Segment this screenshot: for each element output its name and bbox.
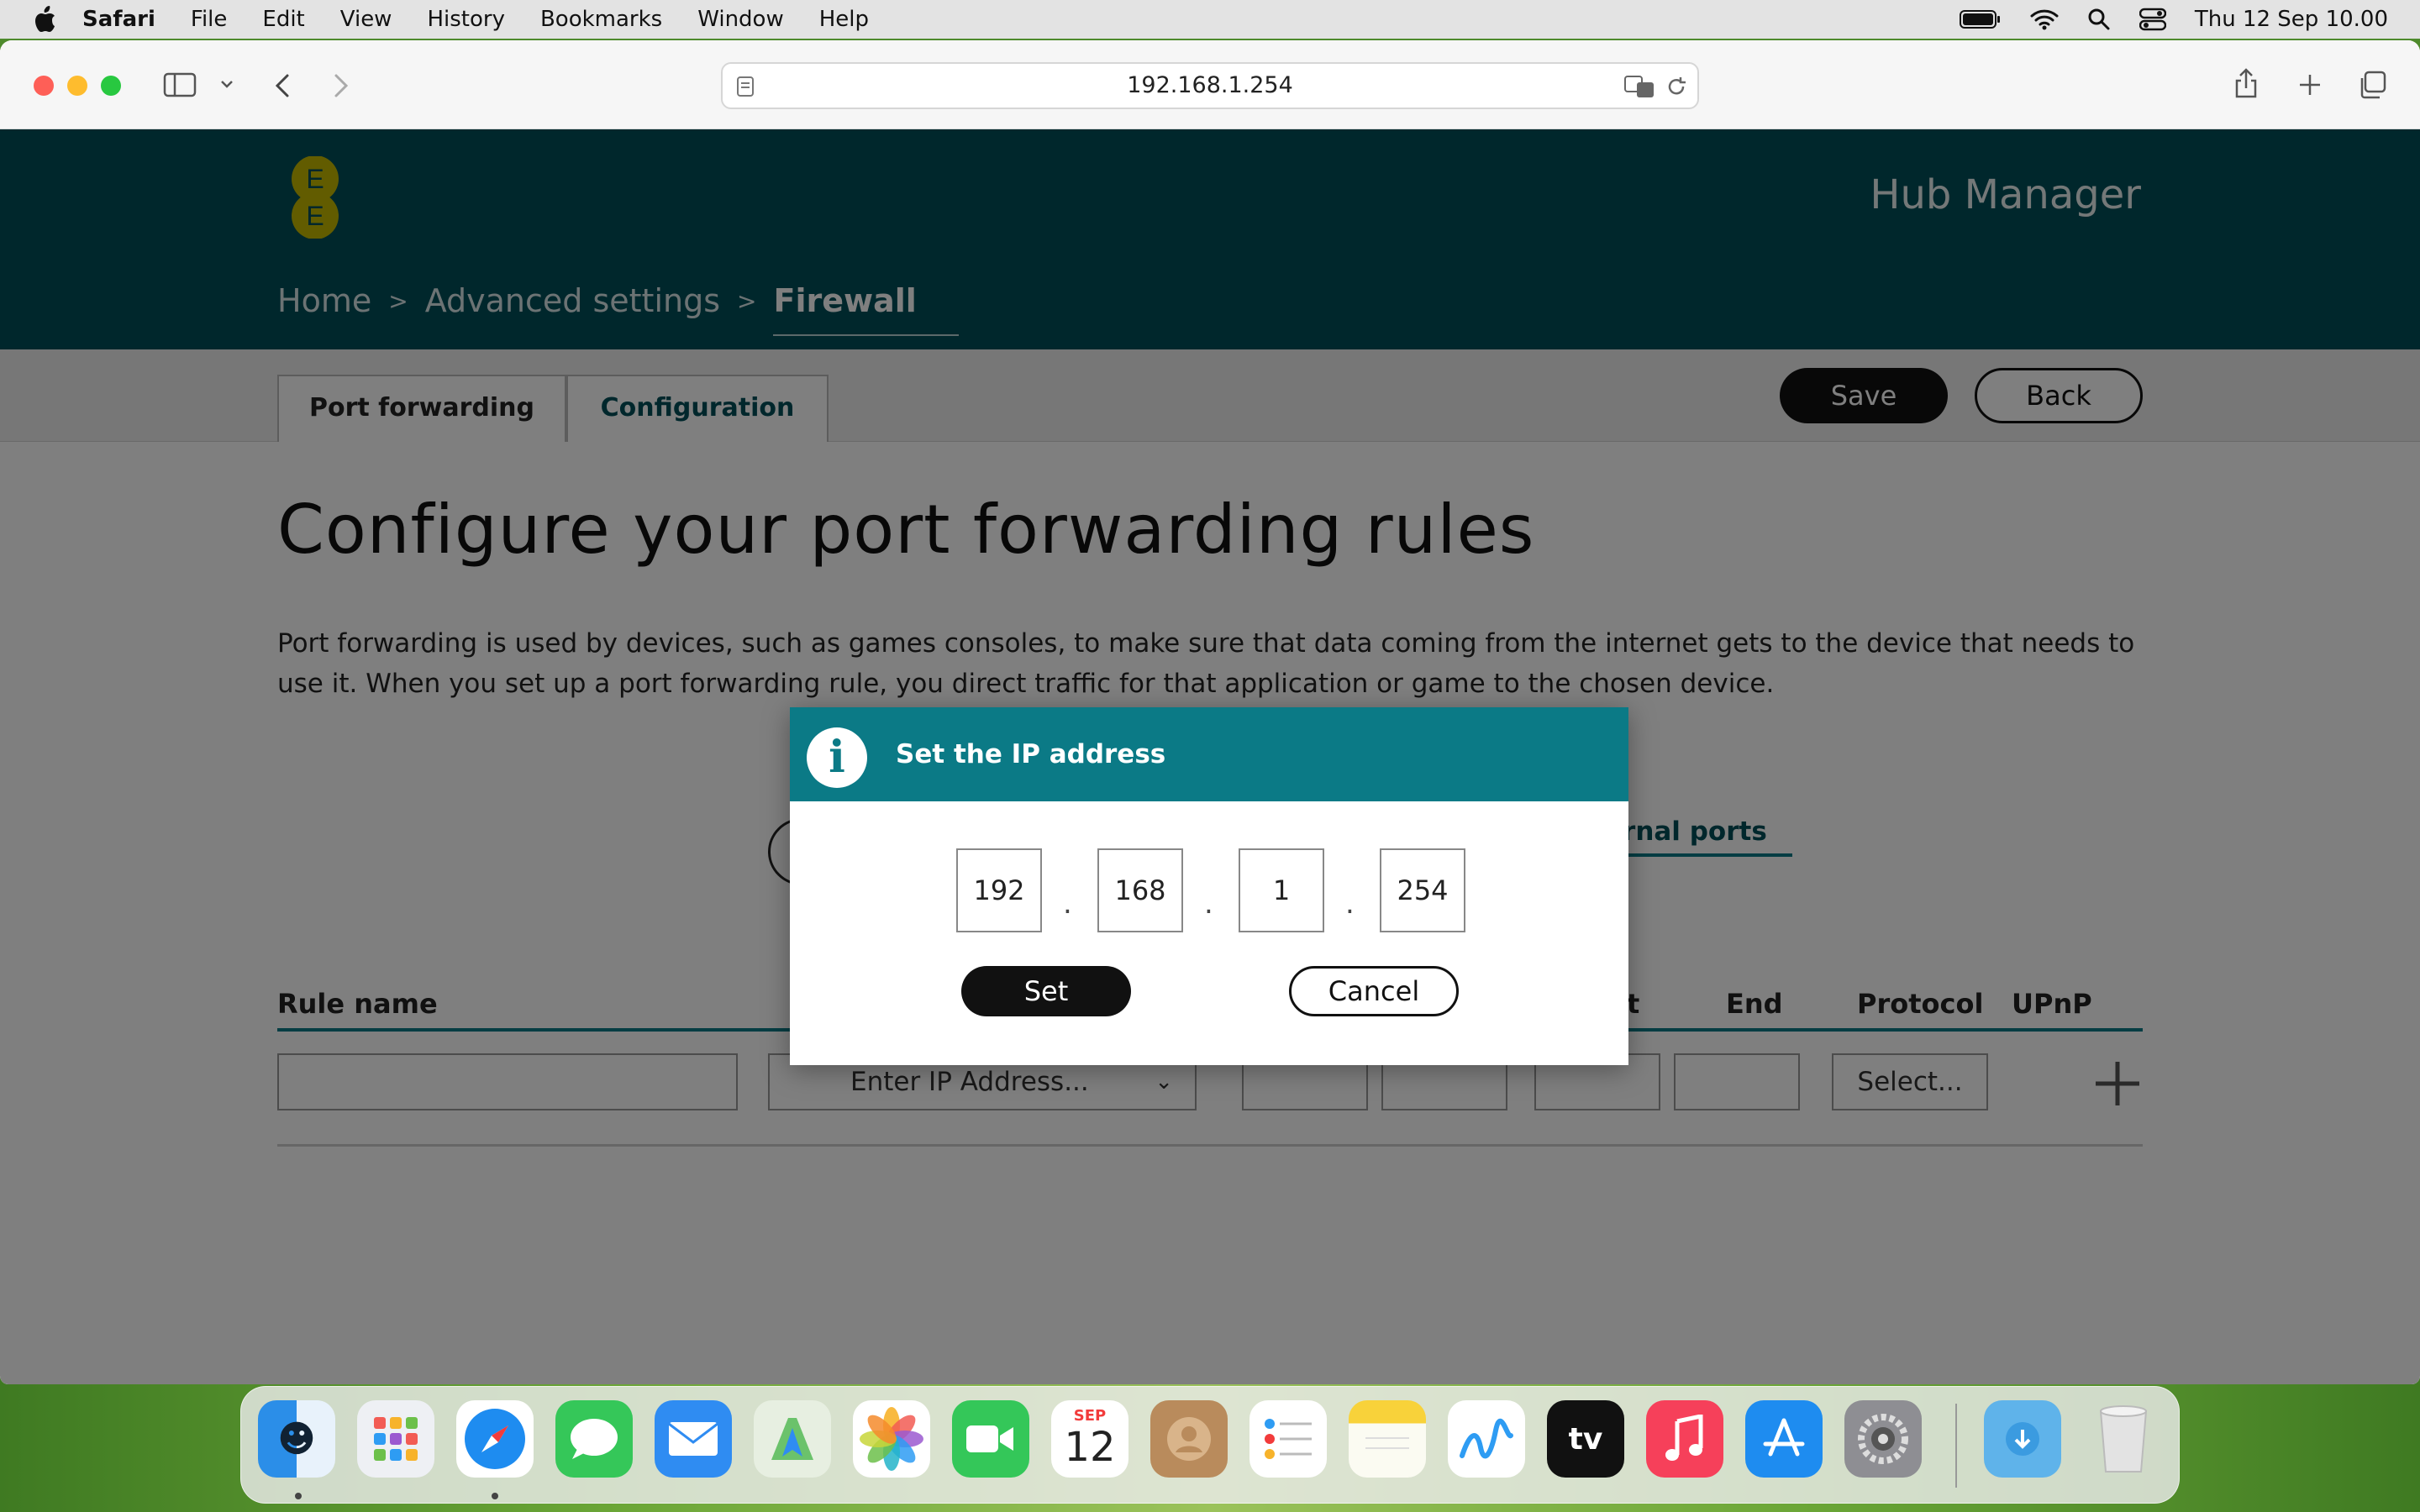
page-icon <box>737 76 754 97</box>
photos-icon[interactable] <box>853 1400 930 1478</box>
new-tab-icon[interactable] <box>2297 72 2323 97</box>
close-window-button[interactable] <box>34 76 54 96</box>
web-page: E E Hub Manager Home > Advanced settings… <box>0 129 2420 1384</box>
calendar-month: SEP <box>1073 1407 1107 1425</box>
menu-file[interactable]: File <box>191 7 228 32</box>
menu-bar: Safari File Edit View History Bookmarks … <box>0 0 2420 39</box>
chevron-down-icon[interactable] <box>220 79 234 89</box>
dialog-title: Set the IP address <box>896 739 1166 769</box>
minimize-window-button[interactable] <box>67 76 87 96</box>
ip-separator: . <box>1204 887 1213 921</box>
ip-separator: . <box>1345 887 1355 921</box>
safari-window: 192.168.1.254 E <box>0 40 2420 1384</box>
downloads-folder-icon[interactable] <box>1984 1400 2061 1478</box>
reminders-icon[interactable] <box>1249 1400 1327 1478</box>
ip-octet-3-input[interactable]: 1 <box>1239 848 1324 932</box>
launchpad-icon[interactable] <box>357 1400 434 1478</box>
ip-octet-4-input[interactable]: 254 <box>1380 848 1465 932</box>
forward-arrow-icon[interactable] <box>331 72 351 99</box>
control-center-icon[interactable] <box>2139 8 2166 31</box>
cancel-button[interactable]: Cancel <box>1289 966 1459 1016</box>
zoom-window-button[interactable] <box>101 76 121 96</box>
dialog-header: i Set the IP address <box>790 707 1628 801</box>
app-store-icon[interactable] <box>1745 1400 1823 1478</box>
facetime-icon[interactable] <box>952 1400 1029 1478</box>
set-button[interactable]: Set <box>961 966 1131 1016</box>
apple-icon[interactable] <box>32 5 57 34</box>
tab-overview-icon[interactable] <box>2358 71 2386 99</box>
apple-tv-label: tv <box>1568 1421 1603 1457</box>
browser-toolbar: 192.168.1.254 <box>0 40 2420 129</box>
running-indicator <box>492 1493 498 1499</box>
sidebar-icon[interactable] <box>163 72 197 97</box>
menu-clock[interactable]: Thu 12 Sep 10.00 <box>2195 7 2388 32</box>
dock: ☻ SEP 12 tv <box>240 1386 2180 1504</box>
notes-icon[interactable] <box>1349 1400 1426 1478</box>
freeform-icon[interactable] <box>1448 1400 1525 1478</box>
mail-icon[interactable] <box>655 1400 732 1478</box>
messages-icon[interactable] <box>555 1400 633 1478</box>
music-icon[interactable] <box>1646 1400 1723 1478</box>
contacts-icon[interactable] <box>1150 1400 1228 1478</box>
dock-divider <box>1955 1404 1957 1488</box>
address-text: 192.168.1.254 <box>1127 72 1293 98</box>
calendar-day: 12 <box>1064 1424 1116 1471</box>
finder-icon[interactable]: ☻ <box>258 1400 335 1478</box>
maps-icon[interactable] <box>754 1400 831 1478</box>
battery-icon[interactable] <box>1959 9 2002 29</box>
spotlight-search-icon[interactable] <box>2087 8 2111 31</box>
running-indicator <box>295 1493 302 1499</box>
menu-edit[interactable]: Edit <box>262 7 304 32</box>
menu-history[interactable]: History <box>427 7 505 32</box>
ip-octet-1-input[interactable]: 192 <box>956 848 1042 932</box>
menu-view[interactable]: View <box>340 7 392 32</box>
menu-app-safari[interactable]: Safari <box>82 7 155 32</box>
back-arrow-icon[interactable] <box>272 72 292 99</box>
system-settings-icon[interactable] <box>1844 1400 1922 1478</box>
set-ip-dialog: i Set the IP address 192 . 168 . 1 . 254… <box>790 707 1628 1065</box>
menu-bookmarks[interactable]: Bookmarks <box>540 7 662 32</box>
info-icon: i <box>807 727 867 788</box>
ip-separator: . <box>1063 887 1072 921</box>
menu-window[interactable]: Window <box>697 7 784 32</box>
trash-icon[interactable] <box>2085 1400 2162 1478</box>
menu-help[interactable]: Help <box>819 7 869 32</box>
safari-icon[interactable] <box>456 1400 534 1478</box>
translate-icon[interactable] <box>1623 74 1657 99</box>
share-icon[interactable] <box>2233 67 2259 99</box>
ip-octet-2-input[interactable]: 168 <box>1097 848 1183 932</box>
address-bar[interactable]: 192.168.1.254 <box>721 62 1699 109</box>
calendar-icon[interactable]: SEP 12 <box>1051 1400 1128 1478</box>
apple-tv-icon[interactable]: tv <box>1547 1400 1624 1478</box>
wifi-icon[interactable] <box>2030 8 2059 30</box>
reload-icon[interactable] <box>1665 76 1687 97</box>
